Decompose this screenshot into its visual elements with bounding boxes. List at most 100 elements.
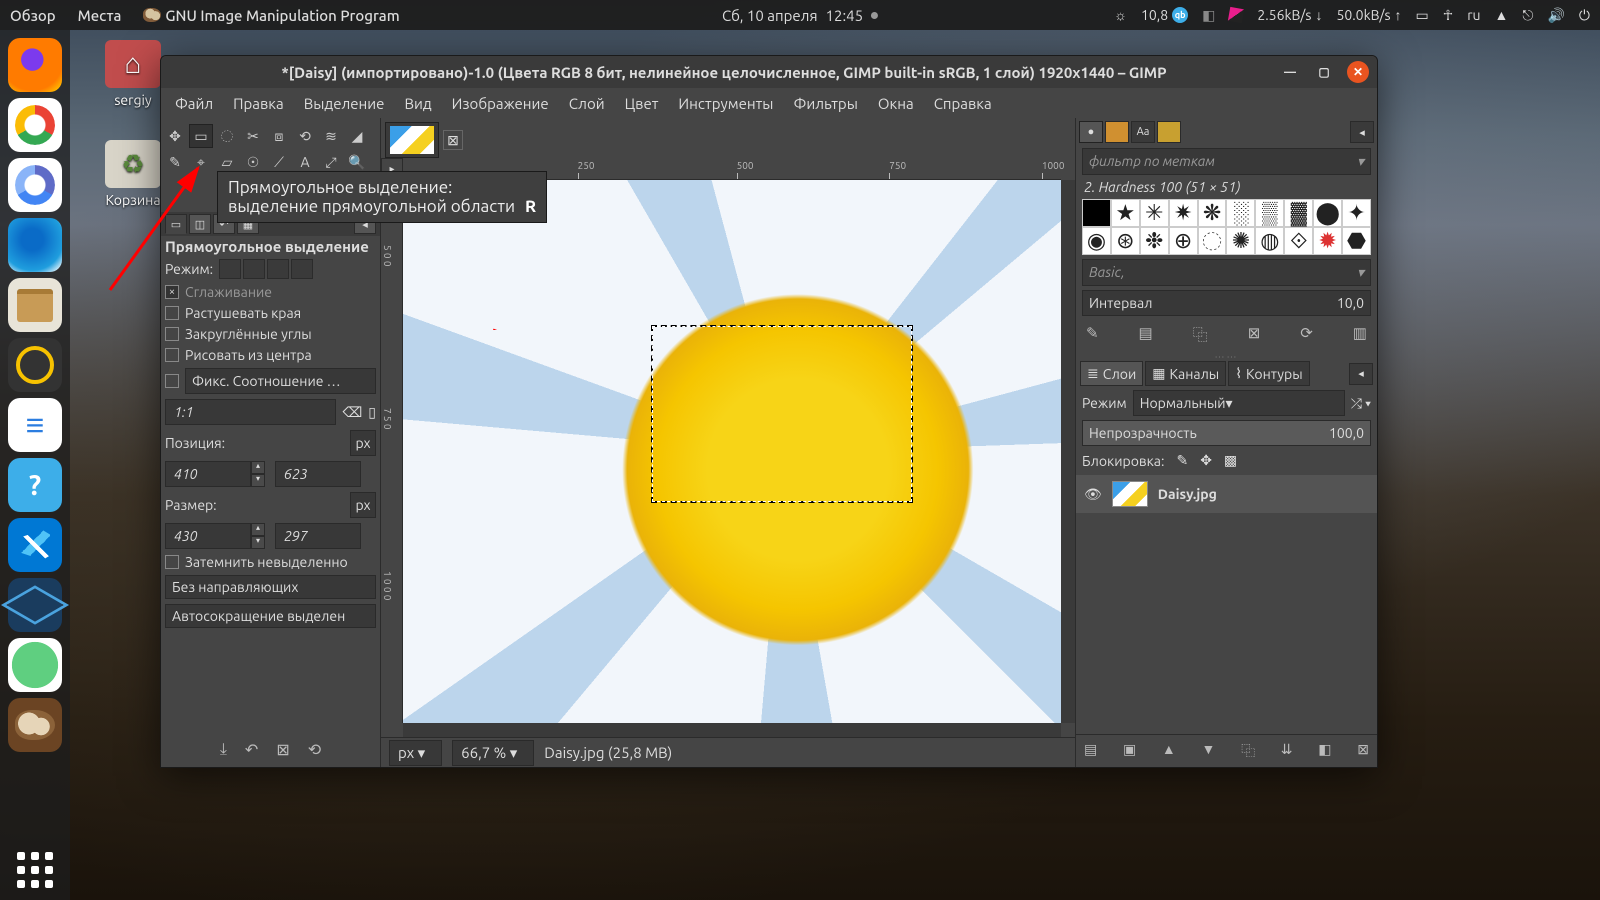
focused-app-menu[interactable]: GNU Image Manipulation Program: [143, 7, 399, 24]
mode-replace[interactable]: [219, 259, 241, 279]
rect-select-tool[interactable]: ▭: [189, 124, 213, 148]
feather-check[interactable]: [165, 306, 179, 320]
menu-layer[interactable]: Слой: [561, 93, 613, 114]
free-select-tool[interactable]: ◌: [215, 124, 239, 148]
menu-tools[interactable]: Инструменты: [670, 93, 781, 114]
bucket-tool[interactable]: ◢: [345, 124, 369, 148]
workspace-icon[interactable]: ▭: [1416, 7, 1429, 24]
layer-new-icon[interactable]: ▤: [1084, 741, 1097, 761]
menu-color[interactable]: Цвет: [617, 93, 667, 114]
warp-tool[interactable]: ≋: [319, 124, 343, 148]
menu-help[interactable]: Справка: [926, 93, 1000, 114]
size-w-input[interactable]: 430: [165, 523, 251, 549]
mode-intersect[interactable]: [291, 259, 313, 279]
activities-button[interactable]: Обзор: [10, 7, 56, 24]
layer-opacity[interactable]: Непрозрачность100,0: [1082, 420, 1371, 446]
power-icon[interactable]: ⏻: [1579, 7, 1590, 24]
size-w-down[interactable]: ▾: [251, 536, 265, 549]
scrollbar-v[interactable]: [1061, 180, 1075, 723]
size-w-up[interactable]: ▴: [251, 523, 265, 536]
delete-preset-icon[interactable]: ⊠: [276, 740, 289, 759]
pos-x-input[interactable]: 410: [165, 461, 251, 487]
layer-name[interactable]: Daisy.jpg: [1158, 486, 1217, 502]
layer-down-icon[interactable]: ▼: [1201, 741, 1215, 761]
transform-tool[interactable]: ⟲: [293, 124, 317, 148]
vscode-app[interactable]: [8, 518, 62, 572]
bluetooth-icon[interactable]: ⎋: [1522, 7, 1533, 24]
image-tab-daisy[interactable]: [385, 122, 439, 158]
size-unit[interactable]: px: [350, 492, 376, 518]
brush-dup-icon[interactable]: ⿻: [1193, 324, 1208, 345]
brush-refresh-icon[interactable]: ⟳: [1300, 324, 1313, 345]
brush-del-icon[interactable]: ⊠: [1248, 324, 1261, 345]
minimize-button[interactable]: —: [1279, 61, 1301, 83]
clone-tool[interactable]: ⌖: [189, 150, 213, 174]
net-down-indicator[interactable]: 2.56kB/s↓: [1257, 7, 1322, 23]
places-menu[interactable]: Места: [78, 7, 122, 24]
layer-merge-icon[interactable]: ⇊: [1281, 741, 1293, 761]
brush-interval[interactable]: Интервал10,0: [1082, 290, 1371, 316]
clock[interactable]: Сб, 10 апреля 12:45: [722, 7, 878, 24]
titlebar[interactable]: *[Daisy] (импортировано)-1.0 (Цвета RGB …: [161, 56, 1377, 88]
weather-indicator[interactable]: 10,8 qb: [1141, 7, 1188, 23]
ratio-input[interactable]: 1:1: [165, 399, 336, 425]
brush-edit-icon[interactable]: ✎: [1086, 324, 1099, 345]
tab-layers[interactable]: ≣ Слои: [1080, 361, 1143, 386]
show-apps-button[interactable]: [15, 850, 55, 890]
qbittorrent-icon[interactable]: qb: [1172, 7, 1188, 23]
guides-dropdown[interactable]: Без направляющих: [165, 575, 376, 599]
firefox-app[interactable]: [8, 38, 62, 92]
layer-mode-dropdown[interactable]: Нормальный ▾: [1133, 390, 1345, 416]
status-zoom[interactable]: 66,7 % ▾: [452, 740, 534, 766]
keyboard-layout[interactable]: ru: [1467, 7, 1480, 23]
layer-delete-icon[interactable]: ⊠: [1357, 741, 1369, 761]
crop-tool[interactable]: ⧈: [267, 124, 291, 148]
libreoffice-writer-app[interactable]: [8, 398, 62, 452]
antialias-check[interactable]: ×: [165, 285, 179, 299]
virtualbox-app[interactable]: [8, 578, 62, 632]
center-check[interactable]: [165, 348, 179, 362]
network-icon[interactable]: ▲: [1495, 7, 1509, 23]
menu-edit[interactable]: Правка: [225, 93, 292, 114]
mode-subtract[interactable]: [267, 259, 289, 279]
pos-y-input[interactable]: 623: [275, 461, 361, 487]
tab-config-r2[interactable]: ◂: [1349, 363, 1373, 385]
brush-new-icon[interactable]: ▤: [1139, 324, 1153, 345]
tray-cube-icon[interactable]: [1228, 7, 1244, 23]
reset-preset-icon[interactable]: ⟲: [308, 740, 321, 759]
pos-x-down[interactable]: ▾: [251, 474, 265, 487]
tab-config-r1[interactable]: ◂: [1350, 121, 1374, 143]
brush-filter[interactable]: фильтр по меткам▾: [1082, 148, 1371, 175]
layer-row[interactable]: 👁 Daisy.jpg: [1076, 475, 1377, 513]
brush-grid[interactable]: ★✳✷❋░▒▓⬤✦ ◉⊛❉⊕◌✺◍⟐✹⬣: [1082, 199, 1371, 255]
canvas[interactable]: [403, 180, 1061, 723]
chrome-app[interactable]: [8, 98, 62, 152]
layer-mask-icon[interactable]: ◧: [1318, 741, 1331, 761]
paint-tool[interactable]: ✎: [163, 150, 187, 174]
chromium-app[interactable]: [8, 158, 62, 212]
brightness-icon[interactable]: ☼: [1114, 7, 1127, 23]
lock-position-icon[interactable]: ✥: [1200, 452, 1212, 469]
selection-marquee[interactable]: [651, 325, 913, 503]
net-up-indicator[interactable]: 50.0kB/s↑: [1336, 7, 1401, 23]
tab-fonts[interactable]: Aa: [1131, 121, 1155, 143]
pos-x-up[interactable]: ▴: [251, 461, 265, 474]
move-tool[interactable]: ✥: [163, 124, 187, 148]
menu-image[interactable]: Изображение: [444, 93, 557, 114]
pos-unit[interactable]: px: [350, 430, 376, 456]
tab-brushes[interactable]: ●: [1079, 121, 1103, 143]
status-unit[interactable]: px ▾: [389, 740, 442, 766]
tray-icon[interactable]: ◧: [1202, 7, 1215, 24]
accessibility-icon[interactable]: ☥: [1443, 7, 1453, 24]
close-button[interactable]: ✕: [1347, 61, 1369, 83]
lock-pixels-icon[interactable]: ✎: [1176, 452, 1188, 469]
brush-open-icon[interactable]: ▥: [1353, 324, 1367, 345]
layer-group-icon[interactable]: ▣: [1123, 741, 1136, 761]
dock-grip[interactable]: ⋯⋯: [1076, 351, 1377, 359]
tab-paths[interactable]: ⌇ Контуры: [1228, 361, 1309, 386]
menu-windows[interactable]: Окна: [870, 93, 922, 114]
layer-visible-icon[interactable]: 👁: [1084, 486, 1102, 503]
help-app[interactable]: ?: [8, 458, 62, 512]
remmina-app[interactable]: [8, 638, 62, 692]
rhythmbox-app[interactable]: [8, 338, 62, 392]
